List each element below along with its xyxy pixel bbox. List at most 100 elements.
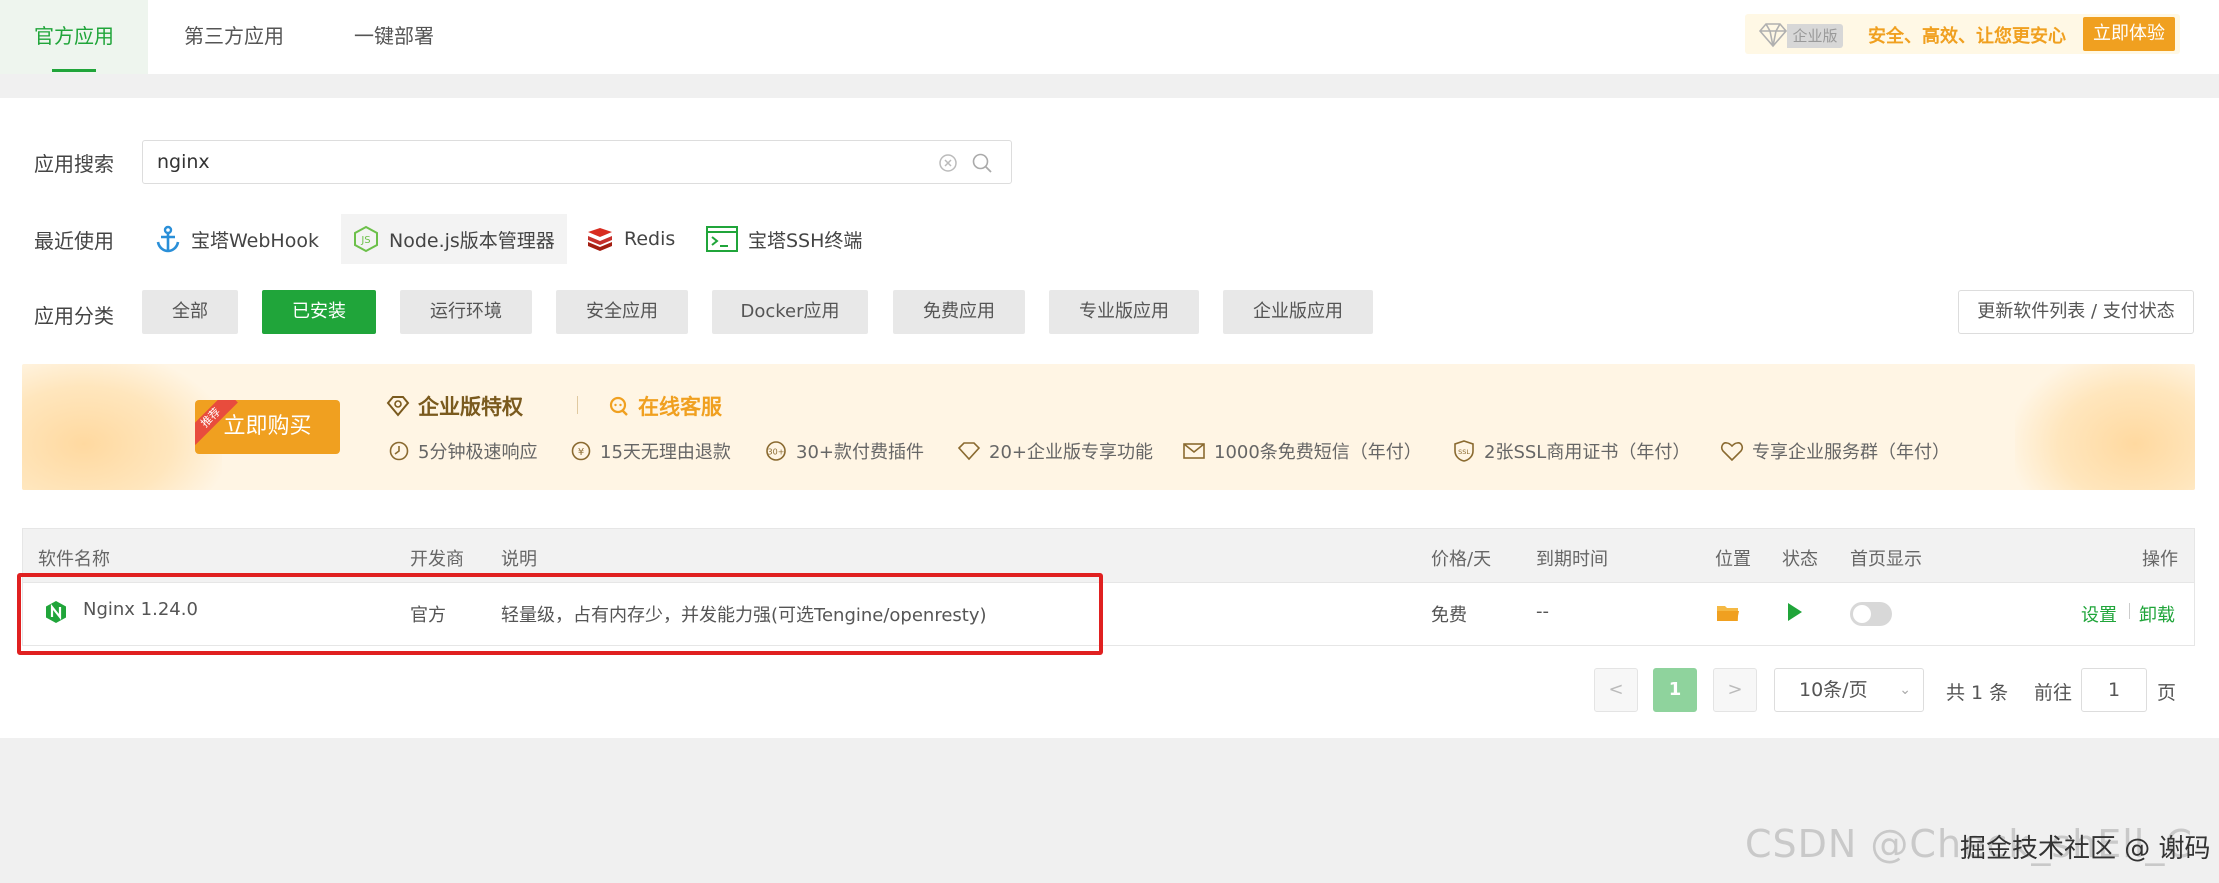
terminal-icon [706, 226, 738, 252]
title-text: 企业版特权 [418, 395, 523, 419]
category-free[interactable]: 免费应用 [893, 290, 1025, 334]
page-size-value: 10条/页 [1799, 679, 1868, 701]
anchor-icon [156, 225, 180, 253]
recent-label: 最近使用 [34, 229, 114, 253]
category-all[interactable]: 全部 [142, 290, 238, 334]
goto-label: 前往 [2034, 682, 2073, 704]
category-enterprise[interactable]: 企业版应用 [1223, 290, 1373, 334]
feature-text: 5分钟极速响应 [418, 442, 538, 463]
category-docker[interactable]: Docker应用 [712, 290, 868, 334]
feature-service-group: 专享企业服务群（年付） [1720, 438, 1950, 464]
juejin-watermark: 掘金技术社区 @ 谢码 [1960, 834, 2211, 864]
feature-text: 1000条免费短信（年付） [1214, 442, 1422, 463]
recent-item-redis[interactable]: Redis [574, 214, 687, 264]
feature-plugins: 30+ 30+款付费插件 [764, 438, 924, 464]
page-1-button[interactable]: 1 [1653, 668, 1697, 712]
total-count: 共 1 条 [1946, 682, 2009, 704]
banner-divider [577, 396, 578, 414]
clear-icon[interactable] [938, 153, 958, 173]
page-suffix: 页 [2157, 682, 2177, 704]
plugins-icon: 30+ [766, 441, 786, 461]
goto-page-input[interactable]: 1 [2081, 668, 2147, 712]
recent-item-label: Node.js版本管理器 [389, 229, 555, 252]
svg-text:¥: ¥ [578, 447, 584, 458]
page-size-select[interactable]: 10条/页 ⌄ [1774, 668, 1924, 712]
feature-sms: 1000条免费短信（年付） [1182, 438, 1422, 464]
search-box [142, 140, 1012, 184]
header-location: 位置 [1715, 549, 1751, 570]
promo-slogan: 安全、高效、让您更安心 [1868, 26, 2066, 47]
category-runtime[interactable]: 运行环境 [400, 290, 532, 334]
banner-decoration [2015, 364, 2195, 490]
feature-text: 20+企业版专享功能 [989, 442, 1153, 463]
highlight-box [17, 573, 1103, 655]
prev-page-button[interactable]: < [1594, 668, 1638, 712]
feature-refund: ¥ 15天无理由退款 [570, 438, 731, 464]
feature-ssl: SSL 2张SSL商用证书（年付） [1452, 438, 1690, 464]
enterprise-privilege-title: 企业版特权 [386, 391, 523, 421]
redis-icon [588, 228, 612, 251]
header-actions: 操作 [2142, 549, 2178, 570]
feature-enterprise-functions: 20+企业版专享功能 [957, 438, 1153, 464]
recent-item-nodejs[interactable]: JS Node.js版本管理器 [341, 214, 567, 264]
recent-item-label: 宝塔WebHook [191, 229, 319, 252]
header-description: 说明 [501, 549, 537, 570]
header-price: 价格/天 [1431, 549, 1492, 570]
uninstall-link[interactable]: 卸载 [2139, 601, 2175, 627]
clock-icon [389, 441, 409, 461]
refresh-list-button[interactable]: 更新软件列表 / 支付状态 [1958, 290, 2194, 334]
software-expire: -- [1536, 601, 1549, 622]
search-icon[interactable] [971, 152, 993, 174]
homepage-toggle[interactable] [1850, 602, 1892, 626]
tab-official-apps[interactable]: 官方应用 [0, 0, 148, 74]
feature-text: 15天无理由退款 [600, 442, 731, 463]
recent-item-label: Redis [624, 228, 676, 250]
category-pro[interactable]: 专业版应用 [1049, 290, 1199, 334]
diamond-icon [1758, 23, 1788, 48]
recent-item-ssh-terminal[interactable]: 宝塔SSH终端 [694, 214, 874, 264]
refund-icon: ¥ [571, 441, 591, 461]
chevron-down-icon: ⌄ [1899, 682, 1911, 698]
action-divider [2129, 603, 2130, 619]
next-page-button[interactable]: > [1713, 668, 1757, 712]
feature-text: 专享企业服务群（年付） [1752, 442, 1950, 463]
enterprise-promo: 企业版 安全、高效、让您更安心 立即体验 [1745, 14, 2180, 54]
svg-text:SSL: SSL [1458, 448, 1470, 456]
folder-icon[interactable] [1716, 603, 1740, 623]
buy-now-label: 立即购买 [223, 414, 312, 439]
category-installed[interactable]: 已安装 [262, 290, 376, 334]
header-expire: 到期时间 [1536, 549, 1608, 570]
header-status: 状态 [1782, 549, 1818, 570]
play-icon[interactable] [1786, 601, 1804, 623]
nodejs-icon: JS [354, 225, 378, 253]
header-name: 软件名称 [38, 549, 110, 570]
tab-third-party-apps[interactable]: 第三方应用 [160, 0, 308, 74]
enterprise-banner: 推荐 立即购买 企业版特权 在线客服 5分钟极速响应 ¥ 15天无理由退款 30… [22, 364, 2195, 490]
recent-item-webhook[interactable]: 宝塔WebHook [143, 214, 331, 264]
crown-icon [386, 396, 410, 417]
feature-text: 2张SSL商用证书（年付） [1484, 442, 1691, 463]
tab-one-click-deploy[interactable]: 一键部署 [320, 0, 468, 74]
recent-item-label: 宝塔SSH终端 [748, 229, 863, 252]
buy-now-button[interactable]: 推荐 立即购买 [195, 400, 340, 454]
try-now-button[interactable]: 立即体验 [2083, 17, 2175, 51]
search-label: 应用搜索 [34, 152, 114, 176]
settings-link[interactable]: 设置 [2081, 601, 2117, 627]
header-developer: 开发商 [410, 549, 464, 570]
svg-text:30+: 30+ [768, 448, 785, 457]
diamond-small-icon [957, 442, 981, 461]
category-security[interactable]: 安全应用 [556, 290, 688, 334]
enterprise-tag: 企业版 [1787, 24, 1843, 48]
svg-text:JS: JS [360, 235, 370, 246]
online-service-link[interactable]: 在线客服 [608, 391, 722, 421]
software-price: 免费 [1431, 605, 1467, 626]
heart-icon [1720, 442, 1744, 462]
top-tab-bar: 官方应用 第三方应用 一键部署 企业版 安全、高效、让您更安心 立即体验 [0, 0, 2219, 74]
header-homepage: 首页显示 [1850, 549, 1922, 570]
search-input[interactable] [157, 149, 937, 175]
feature-text: 30+款付费插件 [796, 442, 924, 463]
banner-decoration [22, 364, 222, 490]
category-label: 应用分类 [34, 304, 114, 328]
ssl-shield-icon: SSL [1454, 440, 1474, 462]
feature-fast-response: 5分钟极速响应 [388, 438, 537, 464]
